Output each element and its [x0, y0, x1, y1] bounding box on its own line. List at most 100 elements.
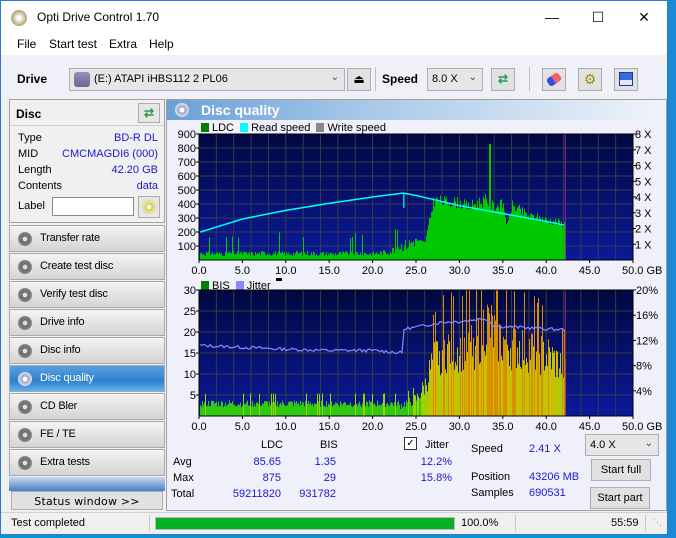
- start-part-button[interactable]: Start part: [590, 487, 650, 509]
- bis-bar: [303, 403, 304, 416]
- erase-button[interactable]: [542, 68, 566, 91]
- ldc-bar: [528, 215, 529, 260]
- close-button[interactable]: ✕: [621, 1, 667, 33]
- bis-bar: [468, 332, 469, 416]
- ldc-bar: [484, 199, 485, 260]
- ldc-bar: [361, 255, 362, 260]
- bis-bar: [428, 382, 429, 416]
- ldc-bar: [200, 253, 201, 260]
- eject-button[interactable]: ⏏: [347, 68, 371, 91]
- menu-extra[interactable]: Extra: [109, 37, 137, 51]
- resize-grip-icon[interactable]: ⋱: [653, 517, 662, 528]
- bis-bar: [205, 393, 206, 416]
- bis-bar: [490, 337, 491, 416]
- bis-bar: [323, 405, 324, 416]
- ldc-bar: [386, 254, 387, 260]
- refresh-button[interactable]: ⇄: [491, 68, 515, 91]
- nav-fe-te[interactable]: FE / TE: [9, 421, 165, 448]
- disc-refresh-button[interactable]: ⇄: [138, 103, 160, 123]
- bis-bar: [281, 404, 282, 416]
- max-jitter: 15.8%: [420, 472, 452, 484]
- panel-title: Disc quality: [201, 102, 280, 118]
- ldc-bar: [544, 220, 545, 260]
- y-tick-label: 400: [178, 199, 196, 211]
- nav-cd-bler[interactable]: CD Bler: [9, 393, 165, 420]
- bis-bar: [382, 403, 383, 416]
- ldc-bar: [497, 205, 498, 260]
- ldc-bar: [435, 201, 436, 260]
- ldc-bar: [399, 249, 400, 260]
- disc-info-panel: Disc ⇄ Type BD-R DL MID CMCMAGDI6 (000) …: [9, 99, 165, 223]
- bis-bar: [437, 341, 438, 416]
- bis-bar: [295, 403, 296, 416]
- nav-extra-tests[interactable]: Extra tests: [9, 449, 165, 476]
- menu-start-test[interactable]: Start test: [49, 37, 97, 51]
- bis-bar: [426, 385, 427, 416]
- ldc-bar: [556, 221, 557, 260]
- ldc-bar: [293, 252, 294, 260]
- bis-bar: [444, 339, 445, 416]
- ldc-bar: [513, 205, 514, 260]
- ldc-bar: [207, 252, 208, 260]
- bis-bar: [419, 398, 420, 416]
- ldc-bar: [233, 250, 234, 260]
- nav-transfer-rate[interactable]: Transfer rate: [9, 225, 165, 252]
- drive-select[interactable]: (E:) ATAPI iHBS112 2 PL06 ⌄: [69, 68, 345, 91]
- ldc-bar: [373, 251, 374, 260]
- label-input[interactable]: [52, 197, 134, 216]
- nav-disc-info[interactable]: Disc info: [9, 337, 165, 364]
- ldc-bar: [529, 217, 530, 260]
- menu-help[interactable]: Help: [149, 37, 174, 51]
- save-button[interactable]: [614, 68, 638, 91]
- nav-verify-test-disc[interactable]: Verify test disc: [9, 281, 165, 308]
- y-tick-label: 15: [184, 348, 196, 360]
- start-full-button[interactable]: Start full: [591, 459, 651, 481]
- ldc-bar: [334, 255, 335, 260]
- ldc-bar: [245, 251, 246, 260]
- ldc-bar: [518, 206, 519, 260]
- read-label-button[interactable]: [138, 196, 160, 218]
- bis-bar: [416, 400, 417, 416]
- ldc-bar: [474, 204, 475, 260]
- disc-value: CMCMAGDI6 (000): [62, 148, 158, 160]
- bis-bar: [516, 368, 517, 416]
- ldc-bar: [317, 255, 318, 260]
- bis-bar: [383, 393, 384, 416]
- ldc-bar: [225, 251, 226, 260]
- ldc-bar: [487, 203, 488, 260]
- ldc-bar: [455, 201, 456, 260]
- speed-select[interactable]: 8.0 X ⌄: [427, 68, 483, 91]
- jitter-checkbox[interactable]: ✓: [404, 437, 417, 450]
- bis-bar: [409, 397, 410, 416]
- minimize-button[interactable]: —: [529, 1, 575, 33]
- bis-bar: [220, 406, 221, 416]
- ldc-bar: [460, 200, 461, 260]
- nav-create-test-disc[interactable]: Create test disc: [9, 253, 165, 280]
- nav-drive-info[interactable]: Drive info: [9, 309, 165, 336]
- ldc-bar: [379, 254, 380, 260]
- ldc-bar: [340, 252, 341, 260]
- bis-bar: [387, 402, 388, 416]
- bis-bar: [248, 405, 249, 416]
- bis-bar: [297, 403, 298, 416]
- settings-button[interactable]: ⚙: [578, 68, 602, 91]
- bis-bar: [322, 393, 323, 416]
- bis-chart: 30 25 20 15 10 5 20% 16% 12% 8% 4% 0.0 5.0 10.0 15.0 20…: [184, 286, 663, 433]
- ldc-bar: [228, 252, 229, 260]
- bis-bar: [311, 405, 312, 416]
- bis-bar: [557, 351, 558, 416]
- avg-jitter: 12.2%: [420, 456, 452, 468]
- maximize-button[interactable]: ☐: [575, 1, 621, 33]
- bis-bar: [200, 405, 201, 416]
- ldc-bar: [481, 203, 482, 260]
- avg-ldc: 85.65: [253, 456, 281, 468]
- bis-bar: [507, 344, 508, 416]
- status-window-button[interactable]: Status window >>: [11, 491, 163, 510]
- test-speed-select[interactable]: 4.0 X ⌄: [585, 434, 659, 456]
- ldc-bar: [511, 212, 512, 260]
- nav-disc-quality[interactable]: Disc quality: [9, 365, 165, 392]
- bis-bar: [329, 404, 330, 416]
- menu-file[interactable]: File: [17, 37, 36, 51]
- status-bar: Test completed 100.0% 55:59 ⋱: [1, 512, 667, 534]
- bis-bar: [550, 351, 551, 416]
